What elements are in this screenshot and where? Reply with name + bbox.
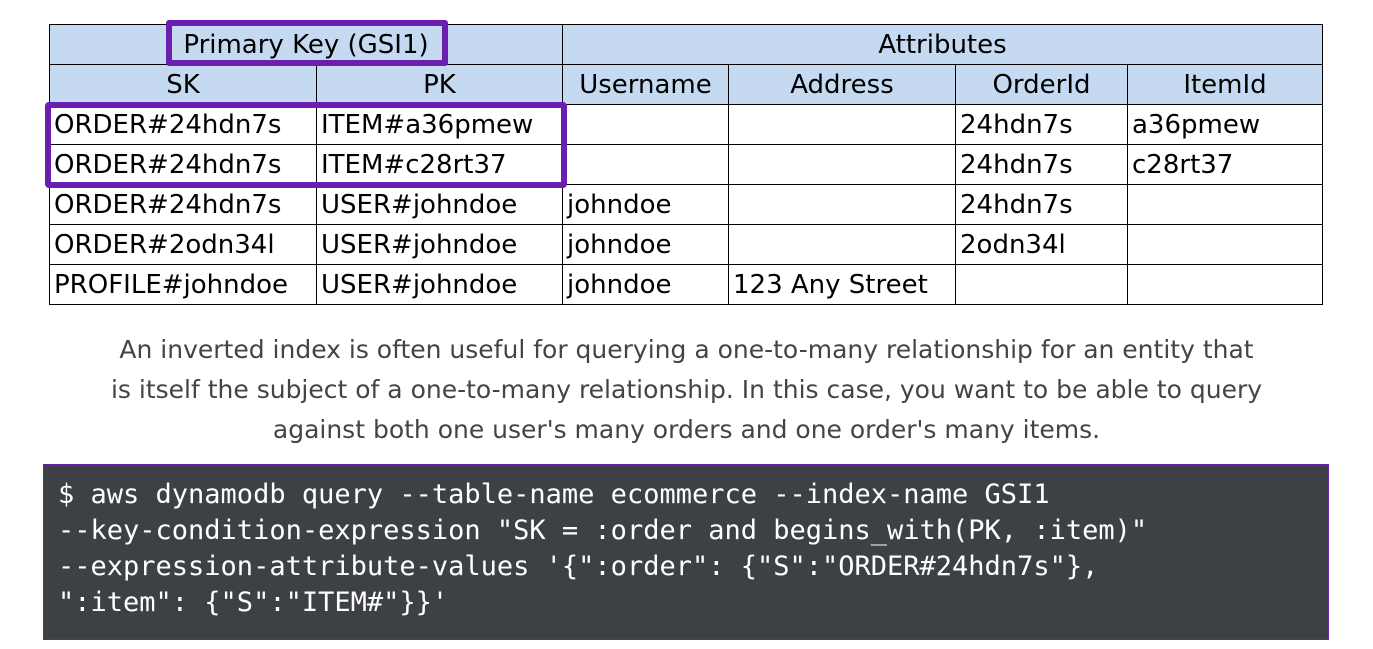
table-cell: johndoe [562,184,729,225]
table-cell: 24hdn7s [955,144,1128,185]
caption-line: against both one user's many orders and … [272,415,1101,444]
table-cell [728,224,956,265]
table-row: ORDER#24hdn7s USER#johndoe johndoe 24hdn… [49,184,1323,225]
table-cell: USER#johndoe [316,264,563,305]
code-line: ":item": {"S":"ITEM#"}}' [58,587,449,618]
table-cell [728,104,956,145]
caption-line: is itself the subject of a one-to-many r… [110,375,1263,404]
table-cell [1127,264,1323,305]
table-cell: 24hdn7s [955,104,1128,145]
column-header: SK [49,64,317,105]
table-cell [562,144,729,185]
table-cell: c28rt37 [1127,144,1323,185]
caption-text: An inverted index is often useful for qu… [40,330,1333,450]
table-cell: johndoe [562,224,729,265]
cli-code-block: $ aws dynamodb query --table-name ecomme… [43,464,1329,640]
caption-line: An inverted index is often useful for qu… [119,335,1254,364]
gsi-header-highlight [166,20,448,66]
table-cell [728,184,956,225]
code-line: $ aws dynamodb query --table-name ecomme… [58,479,1050,510]
attributes-header: Attributes [562,24,1323,65]
table-cell: 2odn34l [955,224,1128,265]
table-row: PROFILE#johndoe USER#johndoe johndoe 123… [49,264,1323,305]
table-cell: 123 Any Street [728,264,956,305]
table-cell [955,264,1128,305]
item-rows-highlight [45,102,567,188]
column-header: OrderId [955,64,1128,105]
column-header: Username [562,64,729,105]
table-cell: a36pmew [1127,104,1323,145]
column-header: Address [728,64,956,105]
table-cell [562,104,729,145]
table-cell: USER#johndoe [316,224,563,265]
column-header: ItemId [1127,64,1323,105]
column-header: PK [316,64,563,105]
table-cell: ORDER#24hdn7s [49,184,317,225]
table-cell [1127,224,1323,265]
table-cell: 24hdn7s [955,184,1128,225]
table-row: ORDER#2odn34l USER#johndoe johndoe 2odn3… [49,224,1323,265]
table-cell: PROFILE#johndoe [49,264,317,305]
table-cell: johndoe [562,264,729,305]
code-line: --key-condition-expression "SK = :order … [58,515,1148,546]
table-cell [1127,184,1323,225]
table-cell [728,144,956,185]
table-cell: ORDER#2odn34l [49,224,317,265]
column-header-row: SK PK Username Address OrderId ItemId [49,64,1323,105]
table-cell: USER#johndoe [316,184,563,225]
code-line: --expression-attribute-values '{":order"… [58,551,1099,582]
